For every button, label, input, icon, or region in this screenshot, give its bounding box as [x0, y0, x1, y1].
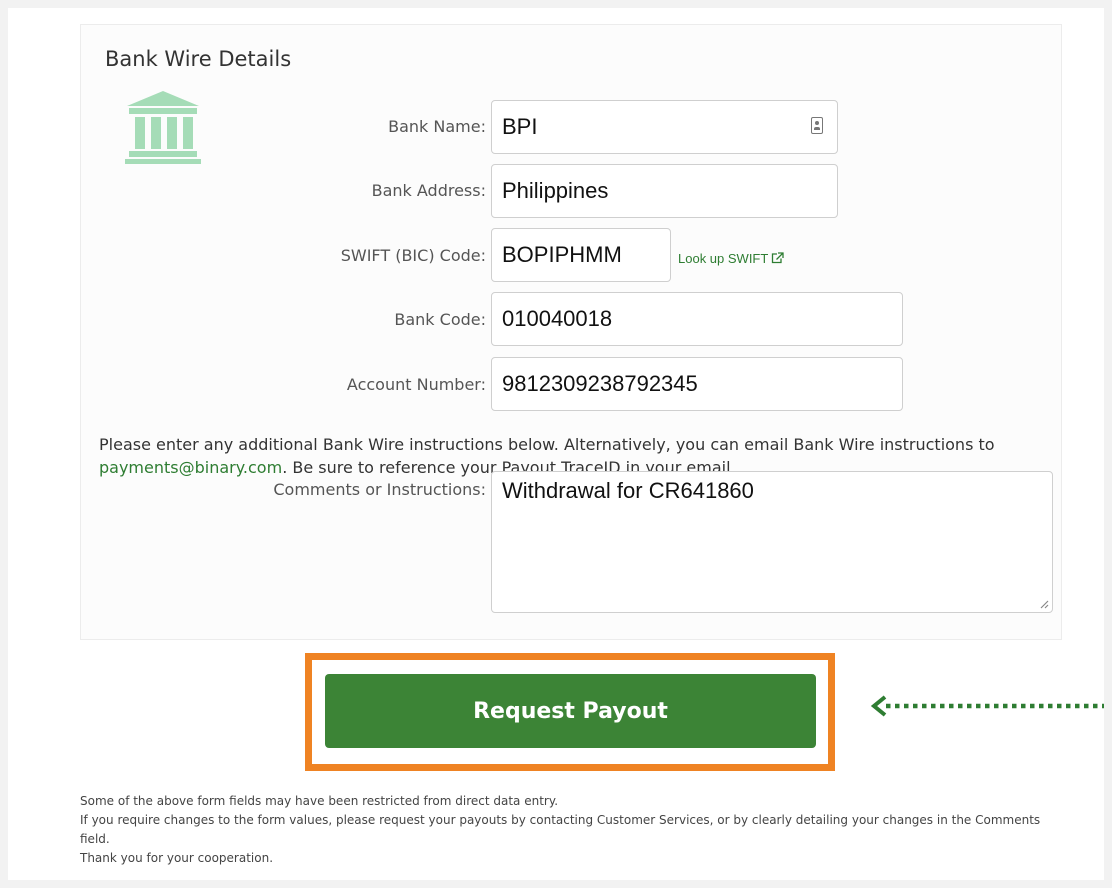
swift-code-label: SWIFT (BIC) Code: — [340, 246, 486, 265]
bank-code-label: Bank Code: — [394, 310, 486, 329]
bank-wire-details-card: Bank Wire Details Bank Name: BPI Bank Ad… — [80, 24, 1062, 640]
comments-label: Comments or Instructions: — [273, 480, 486, 499]
comments-value: Withdrawal for CR641860 — [502, 478, 754, 503]
lookup-swift-link[interactable]: Look up SWIFT — [678, 251, 784, 266]
account-number-field[interactable]: 9812309238792345 — [491, 357, 903, 411]
bank-address-field[interactable]: Philippines — [491, 164, 838, 218]
lookup-swift-label: Look up SWIFT — [678, 251, 769, 266]
request-payout-button[interactable]: Request Payout — [325, 674, 816, 748]
account-number-value: 9812309238792345 — [502, 371, 698, 396]
bank-name-field[interactable]: BPI — [491, 100, 838, 154]
footer-notice: Some of the above form fields may have b… — [80, 792, 1050, 868]
footer-line-3: Thank you for your cooperation. — [80, 851, 274, 865]
external-link-icon — [772, 252, 784, 264]
bank-name-value: BPI — [502, 114, 538, 139]
footer-line-1: Some of the above form fields may have b… — [80, 794, 559, 808]
pointer-arrow-icon — [870, 695, 1104, 717]
bank-name-label: Bank Name: — [388, 117, 486, 136]
section-title: Bank Wire Details — [105, 47, 292, 71]
bank-code-field[interactable]: 010040018 — [491, 292, 903, 346]
bank-address-value: Philippines — [502, 178, 609, 203]
contact-card-icon[interactable] — [811, 117, 823, 134]
payout-page: Bank Wire Details Bank Name: BPI Bank Ad… — [8, 8, 1104, 880]
bank-code-value: 010040018 — [502, 306, 613, 331]
swift-code-field[interactable]: BOPIPHMM — [491, 228, 671, 282]
comments-textarea[interactable]: Withdrawal for CR641860 — [491, 471, 1053, 613]
swift-code-value: BOPIPHMM — [502, 242, 622, 267]
instructions-text-before: Please enter any additional Bank Wire in… — [99, 435, 995, 454]
account-number-label: Account Number: — [346, 375, 486, 394]
payments-email-link[interactable]: payments@binary.com — [99, 458, 282, 477]
footer-line-2: If you require changes to the form value… — [80, 813, 1041, 846]
bank-address-label: Bank Address: — [371, 181, 486, 200]
resize-grip-icon[interactable] — [1039, 599, 1049, 609]
